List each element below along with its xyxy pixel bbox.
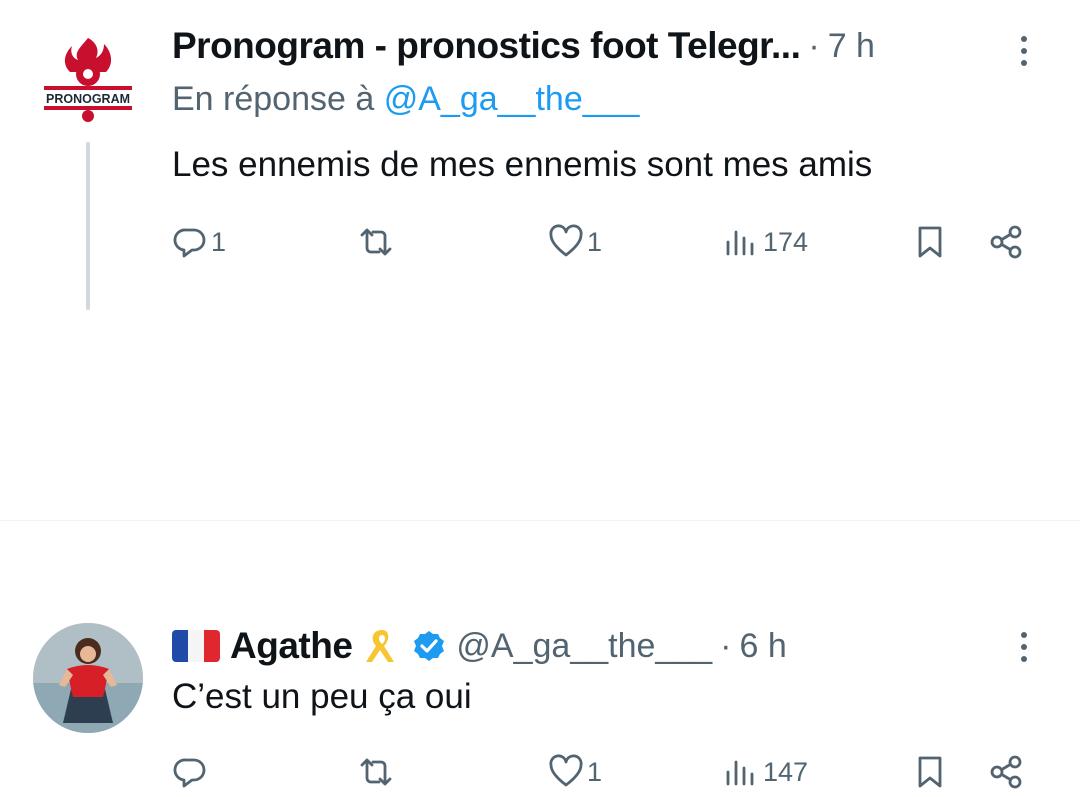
more-icon[interactable] bbox=[1020, 36, 1028, 66]
tweet-text: Les ennemis de mes ennemis sont mes amis bbox=[172, 145, 873, 184]
share-button[interactable] bbox=[988, 747, 1024, 797]
views-icon bbox=[726, 230, 754, 256]
share-button[interactable] bbox=[988, 217, 1024, 267]
view-count: 147 bbox=[763, 756, 809, 787]
more-icon[interactable] bbox=[1020, 632, 1028, 662]
bookmark-icon bbox=[918, 756, 942, 788]
verified-badge-icon bbox=[414, 631, 445, 661]
like-icon bbox=[549, 224, 583, 257]
pronogram-avatar[interactable]: PRONOGRAM bbox=[30, 30, 146, 146]
divider bbox=[0, 520, 1080, 521]
bookmark-icon bbox=[918, 226, 942, 258]
like-count: 1 bbox=[587, 756, 603, 787]
logo-text: PRONOGRAM bbox=[46, 92, 130, 106]
author-name[interactable]: Pronogram - pronostics foot Telegr... bbox=[172, 25, 801, 67]
retweet-button[interactable] bbox=[358, 747, 394, 797]
reply-handle-link[interactable]: @A_ga__the___ bbox=[384, 80, 640, 118]
share-icon bbox=[990, 755, 1022, 789]
reply-context: En réponse à @A_ga__the___ bbox=[172, 80, 639, 119]
retweet-icon bbox=[360, 758, 392, 786]
separator-dot: · bbox=[808, 26, 820, 65]
like-count: 1 bbox=[587, 226, 603, 257]
thread-line bbox=[86, 142, 90, 310]
action-bar: 1 1 174 bbox=[172, 217, 1032, 267]
like-icon bbox=[549, 754, 583, 787]
view-count: 174 bbox=[763, 226, 809, 257]
reply-icon bbox=[173, 228, 206, 258]
author-handle[interactable]: @A_ga__the___ bbox=[456, 627, 712, 666]
separator-dot: · bbox=[720, 626, 732, 665]
tweet-header: Pronogram - pronostics foot Telegr... · … bbox=[172, 20, 875, 72]
tweet-pronogram[interactable]: PRONOGRAM Pronogram - pronostics foot Te… bbox=[0, 0, 1080, 310]
timestamp[interactable]: 7 h bbox=[828, 27, 875, 66]
retweet-icon bbox=[360, 228, 392, 256]
bookmark-button[interactable] bbox=[912, 217, 948, 267]
timestamp[interactable]: 6 h bbox=[739, 627, 786, 666]
views-button[interactable]: 174 bbox=[724, 217, 808, 267]
france-flag-icon bbox=[172, 630, 220, 662]
reply-button[interactable]: 1 bbox=[172, 217, 226, 267]
agathe-avatar[interactable] bbox=[33, 623, 143, 733]
tweet-text: C’est un peu ça oui bbox=[172, 677, 472, 716]
retweet-button[interactable] bbox=[358, 217, 394, 267]
reply-button[interactable] bbox=[172, 747, 208, 797]
views-icon bbox=[726, 760, 754, 786]
like-button[interactable]: 1 bbox=[548, 217, 602, 267]
share-icon bbox=[990, 225, 1022, 259]
bookmark-button[interactable] bbox=[912, 747, 948, 797]
action-bar: 1 147 bbox=[172, 747, 1032, 797]
tweet-header: Agathe @A_ga__the___ · 6 h bbox=[172, 623, 787, 669]
reply-prefix: En réponse à bbox=[172, 80, 375, 118]
reply-count: 1 bbox=[211, 226, 227, 257]
author-name[interactable]: Agathe bbox=[230, 625, 353, 667]
yellow-ribbon-icon bbox=[366, 630, 395, 662]
tweet-agathe[interactable]: Agathe @A_ga__the___ · 6 h C’est un peu … bbox=[0, 305, 1080, 789]
reply-icon bbox=[173, 758, 206, 788]
views-button[interactable]: 147 bbox=[724, 747, 808, 797]
like-button[interactable]: 1 bbox=[548, 747, 602, 797]
